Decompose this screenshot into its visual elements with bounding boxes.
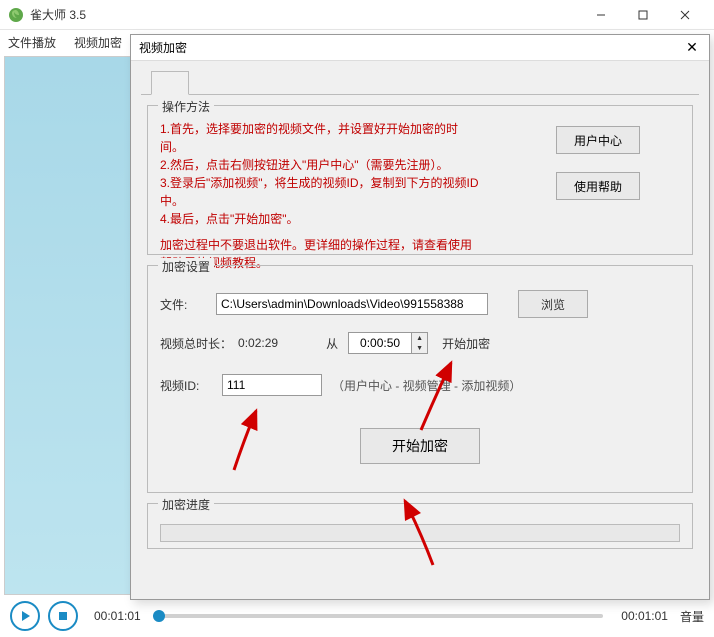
- time-total: 00:01:01: [621, 609, 668, 623]
- start-time-spinner[interactable]: ▲ ▼: [348, 332, 428, 354]
- tab-active[interactable]: [151, 71, 189, 95]
- progress-heading: 加密进度: [158, 496, 214, 513]
- encrypt-dialog: 视频加密 ✕ 操作方法 1.首先，选择要加密的视频文件，并设置好开始加密的时间。…: [130, 34, 710, 600]
- dialog-close-button[interactable]: ✕: [683, 39, 701, 57]
- progress-thumb[interactable]: [153, 610, 165, 622]
- video-id-hint: （用户中心 - 视频管理 - 添加视频）: [332, 377, 521, 394]
- start-encrypt-button[interactable]: 开始加密: [360, 428, 480, 464]
- help-button[interactable]: 使用帮助: [556, 172, 640, 200]
- encrypt-settings-group: 加密设置 文件: 浏览 视频总时长： 0:02:29 从 ▲ ▼ 开始加密 视频…: [147, 265, 693, 493]
- duration-row: 视频总时长： 0:02:29 从 ▲ ▼ 开始加密: [160, 332, 680, 354]
- progress-bar: [160, 524, 680, 542]
- close-button[interactable]: [664, 1, 706, 29]
- minimize-button[interactable]: [580, 1, 622, 29]
- play-button[interactable]: [10, 601, 40, 631]
- file-label: 文件:: [160, 296, 210, 313]
- app-title: 雀大师 3.5: [30, 6, 580, 23]
- file-input[interactable]: [216, 293, 488, 315]
- from-label: 从: [326, 335, 338, 352]
- progress-group: 加密进度: [147, 503, 693, 549]
- op-line3: 3.登录后"添加视频"，将生成的视频ID，复制到下方的视频ID中。: [160, 174, 480, 210]
- volume-label: 音量: [680, 608, 704, 625]
- spinner-up-icon[interactable]: ▲: [412, 333, 427, 343]
- menu-file-play[interactable]: 文件播放: [8, 34, 56, 51]
- op-line4: 4.最后，点击"开始加密"。: [160, 210, 480, 228]
- user-center-button[interactable]: 用户中心: [556, 126, 640, 154]
- op-line1: 1.首先，选择要加密的视频文件，并设置好开始加密的时间。: [160, 120, 480, 156]
- stop-button[interactable]: [48, 601, 78, 631]
- start-suffix-label: 开始加密: [442, 335, 490, 352]
- video-id-row: 视频ID: （用户中心 - 视频管理 - 添加视频）: [160, 374, 680, 396]
- tab-strip: [141, 67, 699, 95]
- time-elapsed: 00:01:01: [94, 609, 141, 623]
- main-title-bar: 雀大师 3.5: [0, 0, 714, 30]
- file-row: 文件: 浏览: [160, 290, 680, 318]
- start-time-input[interactable]: [348, 332, 412, 354]
- menu-video-encrypt[interactable]: 视频加密: [74, 34, 122, 51]
- video-id-label: 视频ID:: [160, 377, 216, 394]
- spinner-down-icon[interactable]: ▼: [412, 343, 427, 353]
- op-line2: 2.然后，点击右侧按钮进入"用户中心"（需要先注册）。: [160, 156, 480, 174]
- settings-heading: 加密设置: [158, 258, 214, 275]
- app-logo-icon: [8, 7, 24, 23]
- browse-button[interactable]: 浏览: [518, 290, 588, 318]
- total-duration-label: 视频总时长：: [160, 335, 232, 352]
- maximize-button[interactable]: [622, 1, 664, 29]
- progress-slider[interactable]: [159, 614, 604, 618]
- op-method-heading: 操作方法: [158, 98, 214, 115]
- dialog-title: 视频加密: [139, 39, 683, 56]
- operation-method-group: 操作方法 1.首先，选择要加密的视频文件，并设置好开始加密的时间。 2.然后，点…: [147, 105, 693, 255]
- total-duration-value: 0:02:29: [238, 336, 278, 350]
- dialog-title-bar: 视频加密 ✕: [131, 35, 709, 61]
- player-bar: 00:01:01 00:01:01 音量: [0, 595, 714, 637]
- video-id-input[interactable]: [222, 374, 322, 396]
